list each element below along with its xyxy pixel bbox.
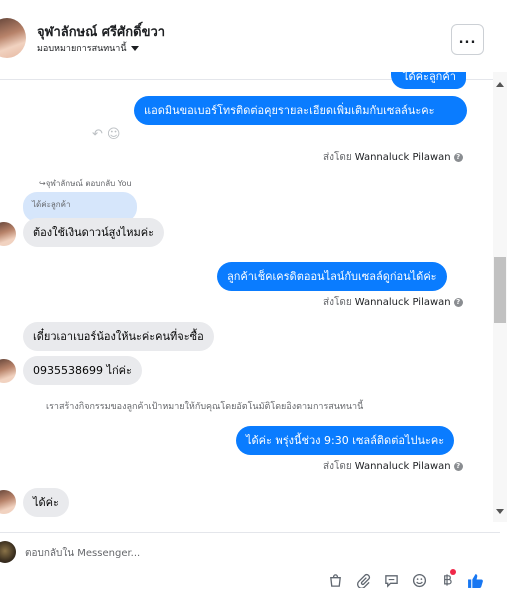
reply-icon[interactable]: ↶ xyxy=(92,127,103,142)
page-avatar xyxy=(0,541,16,563)
more-options-button[interactable]: ... xyxy=(451,24,484,55)
outgoing-message[interactable]: ลูกค้าเช็คเครดิตออนไลน์กับเซลล์ดูก่อนได้… xyxy=(217,262,447,291)
message-text: ได้ค่ะ xyxy=(33,496,59,509)
sender-name: Wannaluck Pilawan xyxy=(354,297,451,308)
message-text: ได้ค่ะลูกค้า xyxy=(403,72,456,83)
thumbs-up-icon[interactable] xyxy=(466,571,484,589)
caret-down-icon xyxy=(130,45,139,51)
outgoing-message[interactable]: ได้ค่ะ พรุ่งนี้ช่วง 9:30 เซลล์ติดต่อไปนะ… xyxy=(236,426,455,455)
react-emoji-icon[interactable]: ☺ xyxy=(107,127,121,142)
incoming-message[interactable]: ได้ค่ะ xyxy=(23,488,69,517)
sender-name: Wannaluck Pilawan xyxy=(354,152,451,163)
contact-name[interactable]: จุฬาลักษณ์ ศรีศักดิ์ขวา xyxy=(37,21,165,42)
outgoing-message[interactable]: แอดมินขอเบอร์โทรติดต่อคุยรายละเอียดเพิ่ม… xyxy=(134,96,467,125)
message-composer: ตอบกลับใน Messenger... xyxy=(0,532,500,591)
message-text: เดี๋ยวเอาเบอร์น้องให้นะค่ะคนที่จะซื้อ xyxy=(33,330,204,343)
message-text: 0935538699 ไก่ค่ะ xyxy=(33,364,132,377)
message-actions: ↶ ☺ xyxy=(92,127,120,142)
message-text: ต้องใช้เงินดาวน์สูงไหมค่ะ xyxy=(33,226,155,239)
conversation-header: จุฬาลักษณ์ ศรีศักดิ์ขวา มอบหมายการสนทนาน… xyxy=(0,0,505,80)
sent-by-label: ส่งโดย Wannaluck Pilawan ? xyxy=(323,459,463,474)
assign-conversation-dropdown[interactable]: มอบหมายการสนทนานี้ xyxy=(37,41,139,55)
saved-reply-icon[interactable] xyxy=(382,571,400,589)
contact-avatar xyxy=(0,222,16,246)
shopping-bag-icon[interactable] xyxy=(326,571,344,589)
incoming-message[interactable]: เดี๋ยวเอาเบอร์น้องให้นะค่ะคนที่จะซื้อ xyxy=(23,322,214,351)
contact-avatar xyxy=(0,359,16,383)
assign-conversation-label: มอบหมายการสนทนานี้ xyxy=(37,44,127,54)
sent-by-label: ส่งโดย Wannaluck Pilawan ? xyxy=(323,150,463,165)
baht-payment-icon[interactable] xyxy=(438,569,456,589)
message-thread[interactable]: ได้ค่ะลูกค้า ↶ ☺ แอดมินขอเบอร์โทรติดต่อค… xyxy=(0,72,493,520)
contact-avatar xyxy=(0,490,16,514)
thread-scrollbar[interactable] xyxy=(493,72,507,522)
scroll-thumb[interactable] xyxy=(494,257,506,323)
contact-avatar[interactable] xyxy=(0,18,26,58)
message-text: แอดมินขอเบอร์โทรติดต่อคุยรายละเอียดเพิ่ม… xyxy=(144,104,435,117)
reply-note: ↪จุฬาลักษณ์ ตอบกลับ You xyxy=(39,179,132,188)
emoji-icon[interactable] xyxy=(410,571,428,589)
system-note: เราสร้างกิจกรรมของลูกค้าเป้าหมายให้กับคุ… xyxy=(46,402,364,412)
info-icon[interactable]: ? xyxy=(453,462,463,471)
message-text: ได้ค่ะ พรุ่งนี้ช่วง 9:30 เซลล์ติดต่อไปนะ… xyxy=(246,434,445,447)
paperclip-icon[interactable] xyxy=(354,571,372,589)
scroll-up-arrow-icon[interactable] xyxy=(496,82,504,87)
outgoing-message[interactable]: ได้ค่ะลูกค้า xyxy=(391,72,466,89)
scroll-down-arrow-icon[interactable] xyxy=(496,509,504,514)
notification-dot xyxy=(450,569,456,575)
sender-name: Wannaluck Pilawan xyxy=(354,461,451,472)
incoming-message[interactable]: ต้องใช้เงินดาวน์สูงไหมค่ะ xyxy=(23,218,165,247)
composer-toolbar xyxy=(326,569,484,589)
sent-by-label: ส่งโดย Wannaluck Pilawan ? xyxy=(323,295,463,310)
reply-input[interactable]: ตอบกลับใน Messenger... xyxy=(25,546,140,561)
info-icon[interactable]: ? xyxy=(453,153,463,162)
message-text: ลูกค้าเช็คเครดิตออนไลน์กับเซลล์ดูก่อนได้… xyxy=(227,270,437,283)
incoming-message[interactable]: 0935538699 ไก่ค่ะ xyxy=(23,356,142,385)
info-icon[interactable]: ? xyxy=(453,298,463,307)
